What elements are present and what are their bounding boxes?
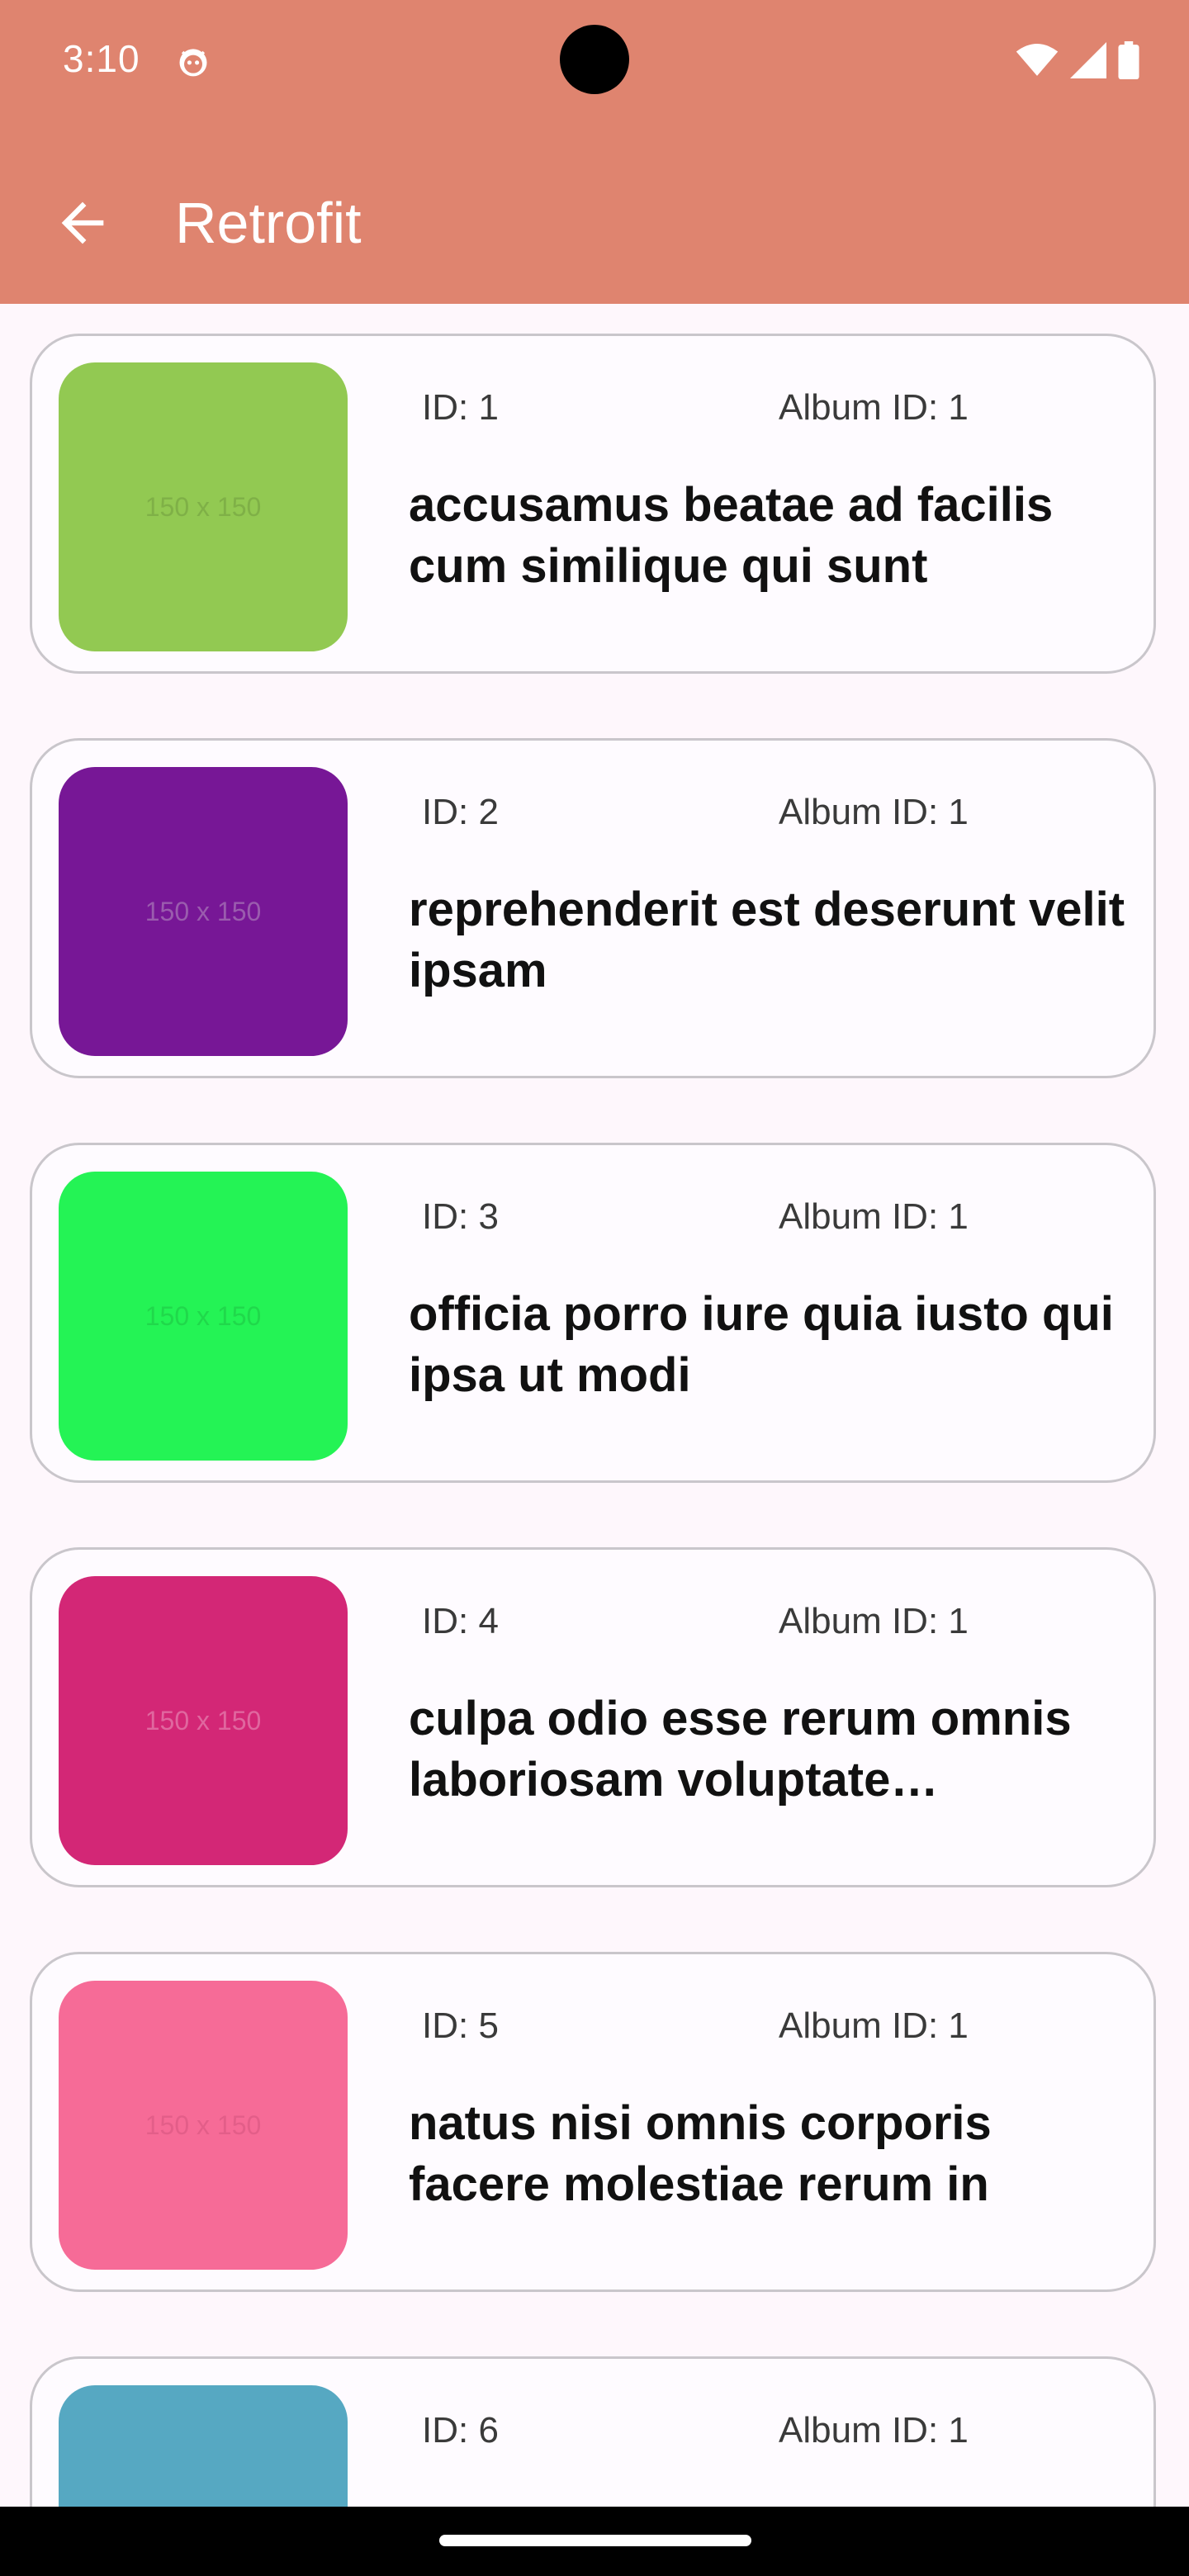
photo-id: ID: 3	[422, 1196, 499, 1237]
app-notification-icon	[179, 49, 207, 77]
page-title: Retrofit	[175, 191, 362, 255]
photo-thumbnail: 150 x 150	[59, 362, 348, 651]
photo-title: reprehenderit est deserunt velit ipsam	[409, 883, 1125, 997]
album-id: Album ID: 1	[779, 792, 969, 832]
status-icons	[1016, 40, 1139, 81]
wifi-icon	[1016, 44, 1059, 76]
navigation-bar	[0, 2507, 1189, 2576]
camera-cutout	[560, 25, 629, 94]
album-id: Album ID: 1	[779, 2005, 969, 2046]
arrow-back-icon	[61, 201, 104, 244]
photo-id: ID: 4	[422, 1601, 499, 1641]
battery-icon	[1118, 41, 1139, 79]
photo-title: accusamus beatae ad facilis cum similiqu…	[409, 478, 1054, 593]
photo-title: officia porro iure quia iusto qui ipsa u…	[409, 1287, 1114, 1402]
photo-card[interactable]: 150 x 150 ID: 3 Album ID: 1 officia porr…	[30, 1143, 1156, 1483]
home-indicator[interactable]	[439, 2535, 751, 2546]
status-time: 3:10	[63, 37, 140, 80]
photo-id: ID: 1	[422, 387, 499, 428]
back-button[interactable]	[43, 183, 122, 263]
photo-thumbnail: 150 x 150	[59, 1576, 348, 1865]
photo-id: ID: 2	[422, 792, 499, 832]
photo-title: natus nisi omnis corporis facere molesti…	[409, 2096, 992, 2211]
photo-thumbnail: 150 x 150	[59, 767, 348, 1056]
album-id: Album ID: 1	[779, 387, 969, 428]
status-bar: 3:10	[0, 0, 1189, 124]
photo-card[interactable]: 150 x 150 ID: 1 Album ID: 1 accusamus be…	[30, 334, 1156, 674]
photo-id: ID: 6	[422, 2410, 499, 2451]
photo-thumbnail: 150 x 150	[59, 1172, 348, 1461]
album-id: Album ID: 1	[779, 1196, 969, 1237]
photo-card[interactable]: 150 x 150 ID: 2 Album ID: 1 reprehenderi…	[30, 738, 1156, 1078]
photo-card[interactable]: ID: 6 Album ID: 1	[30, 2356, 1156, 2507]
album-id: Album ID: 1	[779, 1601, 969, 1641]
album-id: Album ID: 1	[779, 2410, 969, 2451]
photo-card[interactable]: 150 x 150 ID: 5 Album ID: 1 natus nisi o…	[30, 1952, 1156, 2292]
photo-title: culpa odio esse rerum omnis laboriosam v…	[409, 1692, 1072, 1807]
photo-list[interactable]: 150 x 150 ID: 1 Album ID: 1 accusamus be…	[0, 304, 1189, 2507]
photo-thumbnail: 150 x 150	[59, 1981, 348, 2270]
photo-card[interactable]: 150 x 150 ID: 4 Album ID: 1 culpa odio e…	[30, 1547, 1156, 1887]
photo-thumbnail	[59, 2385, 348, 2507]
photo-id: ID: 5	[422, 2005, 499, 2046]
cellular-signal-icon	[1070, 42, 1106, 78]
app-bar: Retrofit	[0, 124, 1189, 304]
